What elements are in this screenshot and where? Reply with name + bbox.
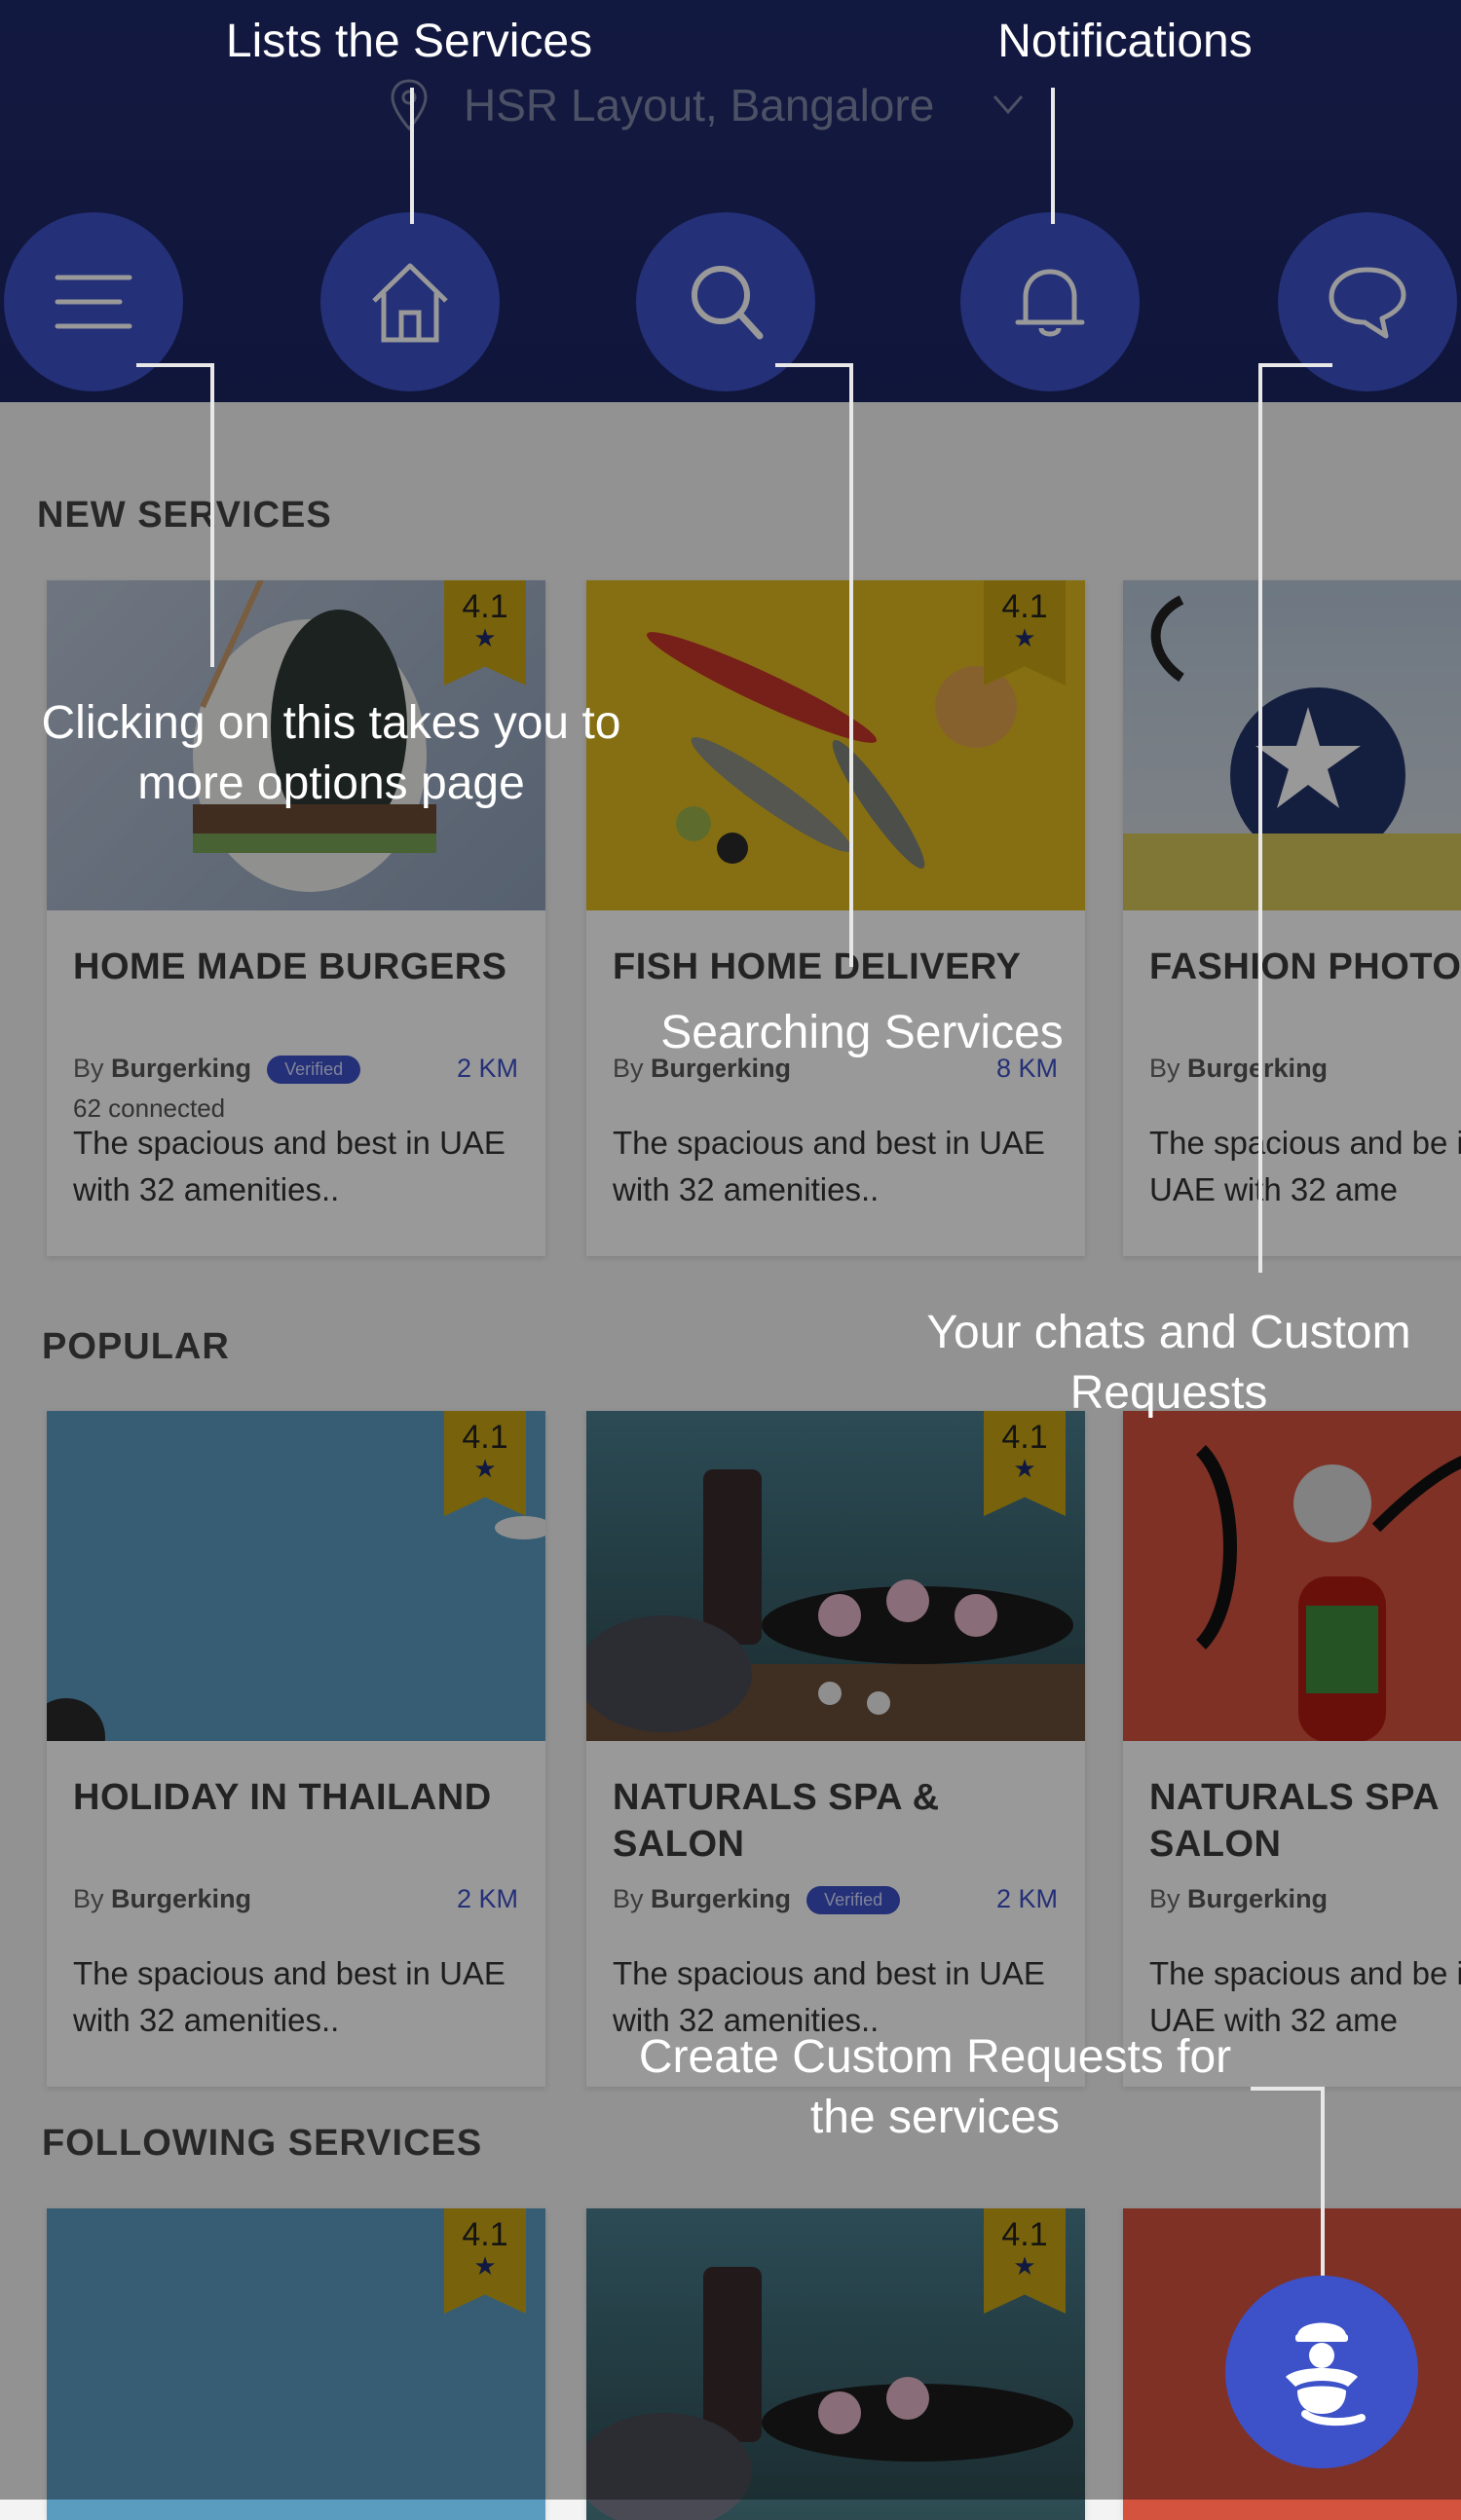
card-title: FISH HOME DELIVERY (613, 946, 1022, 987)
by-prefix: By (1149, 1054, 1180, 1083)
card-image (1123, 1411, 1461, 1741)
card-provider: By Burgerking (1149, 1054, 1328, 1084)
card-image: 4.1 ★ (586, 1411, 1085, 1741)
bell-icon (1015, 269, 1085, 337)
annotation-line (1321, 2087, 1325, 2293)
rating-value: 4.1 (1001, 588, 1048, 625)
helmet-image (1123, 595, 1461, 910)
card-image: 4.1 ★ (586, 580, 1085, 910)
annotation-line (1051, 88, 1055, 224)
rating-value: 4.1 (462, 2216, 508, 2253)
card-distance: 2 KM (456, 1054, 518, 1083)
rating-badge: 4.1 ★ (444, 2208, 526, 2314)
verified-badge: Verified (806, 1886, 901, 1915)
provider-name: Burgerking (651, 1884, 792, 1913)
verified-badge: Verified (267, 1056, 361, 1085)
by-prefix: By (1149, 1884, 1180, 1913)
annotation-line (849, 363, 853, 967)
card-title: FASHION PHOTO (1149, 946, 1461, 987)
annotation-line (1258, 363, 1332, 367)
home-button[interactable] (320, 212, 500, 391)
provider-name: Burgerking (1187, 1884, 1329, 1913)
annotation-line (775, 363, 853, 367)
location-label: HSR Layout, Bangalore (464, 80, 935, 130)
card-description: The spacious and best in UAE with 32 ame… (73, 1955, 506, 2038)
chat-icon (1329, 267, 1406, 339)
card-provider: By Burgerking Verified (73, 1054, 361, 1085)
star-icon: ★ (1013, 623, 1036, 652)
menu-icon (55, 275, 132, 329)
section-title-following: FOLLOWING SERVICES (42, 2123, 483, 2164)
card-image: 4.1 ★ (47, 2208, 545, 2520)
section-title-popular: POPULAR (42, 1326, 230, 1367)
rating-value: 4.1 (1001, 2216, 1048, 2253)
service-card[interactable]: FASHION PHOTO By Burgerking The spacious… (1123, 580, 1461, 1256)
search-icon (692, 266, 764, 340)
annotation-custom-requests: Create Custom Requests for the services (638, 2031, 1232, 2143)
annotation-chats: Your chats and Custom Requests (926, 1307, 1411, 1419)
annotation-notifications: Notifications (997, 16, 1253, 67)
star-icon: ★ (473, 2251, 497, 2280)
annotation-more-options: Clicking on this takes you to more optio… (41, 697, 621, 809)
card-distance: 2 KM (456, 1884, 518, 1913)
rating-value: 4.1 (462, 1419, 508, 1456)
annotation-lists-services: Lists the Services (225, 16, 593, 67)
service-card[interactable]: 4.1 ★ FISH HOME DELIVERY By Burgerking 8 … (586, 580, 1085, 1256)
annotation-searching: Searching Services (660, 1007, 1064, 1058)
annotation-line (1251, 2087, 1325, 2091)
card-image: 4.1 ★ (586, 2208, 1085, 2520)
service-card[interactable]: 4.1 ★ (586, 2208, 1085, 2520)
extinguisher-image (1195, 1445, 1461, 1741)
rating-value: 4.1 (1001, 1419, 1048, 1456)
service-card[interactable]: NATURALS SPA SALON By Burgerking The spa… (1123, 1411, 1461, 2087)
service-card[interactable]: 4.1 ★ HOME MADE BURGERS By Burgerking Veri… (47, 580, 545, 1256)
notifications-button[interactable] (960, 212, 1140, 391)
provider-name: Burgerking (111, 1054, 252, 1083)
card-image (1123, 580, 1461, 910)
card-description: The spacious and best in UAE with 32 ame… (613, 1125, 1045, 1207)
home-icon (372, 263, 448, 343)
card-provider: By Burgerking (1149, 1884, 1328, 1914)
rating-value: 4.1 (462, 588, 508, 625)
star-icon: ★ (1013, 1454, 1036, 1483)
card-title: HOME MADE BURGERS (73, 946, 507, 987)
card-title: HOLIDAY IN THAILAND (73, 1777, 492, 1818)
card-provider: By Burgerking Verified (613, 1884, 901, 1915)
genie-icon (1286, 2322, 1366, 2427)
star-icon: ★ (473, 623, 497, 652)
service-card[interactable]: 4.1 ★ (47, 2208, 545, 2520)
star-icon: ★ (1013, 2251, 1036, 2280)
chevron-down-icon (993, 95, 1024, 115)
card-provider: By Burgerking (73, 1884, 251, 1914)
service-card[interactable]: 4.1 ★ NATURALS SPA & SALON By Burgerking V… (586, 1411, 1085, 2087)
service-card[interactable]: 4.1 ★ HOLIDAY IN THAILAND By Burgerking 2… (47, 1411, 545, 2087)
card-description: The spacious and best in UAE with 32 ame… (73, 1125, 506, 1207)
by-prefix: By (613, 1884, 644, 1913)
card-distance: 2 KM (995, 1884, 1058, 1913)
card-title: NATURALS SPA SALON (1149, 1777, 1439, 1865)
location-selector[interactable]: HSR Layout, Bangalore (390, 76, 1028, 134)
custom-request-fab[interactable] (1225, 2276, 1418, 2468)
annotation-line (410, 88, 414, 224)
card-title: NATURALS SPA & SALON (613, 1777, 940, 1865)
provider-name: Burgerking (111, 1884, 252, 1913)
annotation-line (210, 363, 214, 667)
by-prefix: By (73, 1054, 104, 1083)
section-title-new-services: NEW SERVICES (37, 495, 332, 536)
card-description: The spacious and be in UAE with 32 ame (1149, 1125, 1461, 1207)
annotation-line (136, 363, 214, 367)
star-icon: ★ (473, 1454, 497, 1483)
location-pin-icon (391, 79, 428, 131)
annotation-line (1258, 363, 1262, 1273)
by-prefix: By (73, 1884, 104, 1913)
card-image: 4.1 ★ (47, 1411, 545, 1741)
